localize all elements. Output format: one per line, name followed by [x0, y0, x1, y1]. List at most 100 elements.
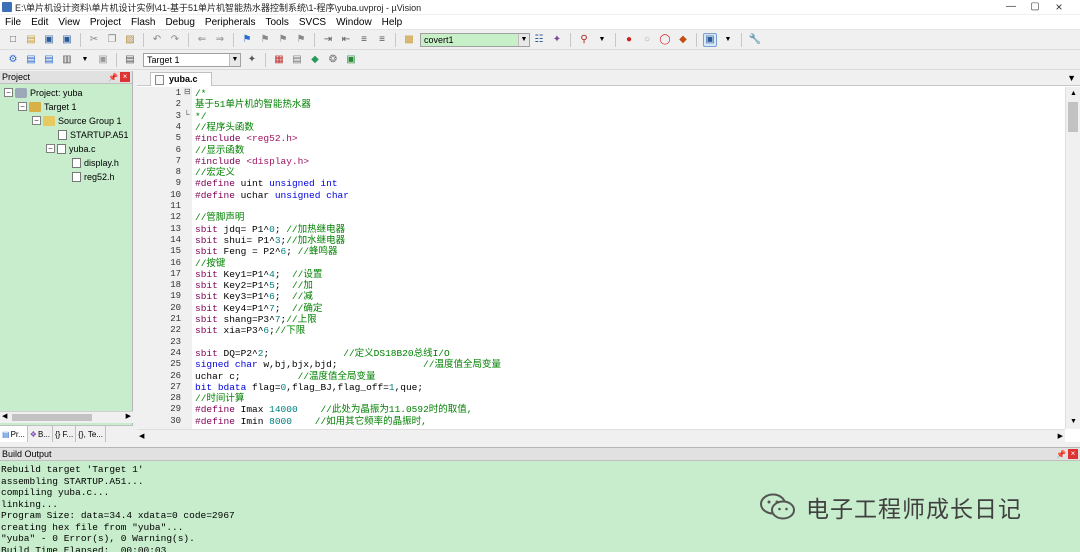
tab-project[interactable]: ▤ Pr... — [0, 426, 28, 442]
collapse-icon[interactable]: − — [4, 88, 13, 97]
menu-window[interactable]: Window — [331, 15, 377, 30]
menu-view[interactable]: View — [53, 15, 85, 30]
breakpoint-icon[interactable]: ● — [622, 33, 636, 47]
tab-books[interactable]: ❖ B... — [28, 426, 53, 442]
comment-icon[interactable]: ≡ — [357, 33, 371, 47]
tree-file-startup[interactable]: STARTUP.A51 — [58, 128, 129, 141]
code-line[interactable] — [193, 201, 1065, 212]
indent-icon[interactable]: ⇥ — [321, 33, 335, 47]
code-line[interactable]: //显示函数 — [193, 145, 1065, 156]
build-icon[interactable]: ▤ — [24, 53, 38, 67]
nav-back-icon[interactable]: ⇐ — [195, 33, 209, 47]
pin-icon[interactable]: 📌 — [108, 71, 118, 84]
code-line[interactable]: sbit shang=P3^7;//上限 — [193, 314, 1065, 325]
editor-vscrollbar[interactable]: ▲ ▼ — [1065, 87, 1080, 429]
code-line[interactable]: //按键 — [193, 258, 1065, 269]
menu-peripherals[interactable]: Peripherals — [200, 15, 261, 30]
rebuild-icon[interactable]: ▤ — [42, 53, 56, 67]
code-line[interactable]: sbit jdq= P1^0; //加热继电器 — [193, 224, 1065, 235]
find-combo[interactable]: covert1 ▼ — [420, 33, 530, 47]
fold-toggle-icon[interactable]: ⊟ — [184, 88, 192, 98]
tree-project-root[interactable]: − Project: yuba — [4, 86, 83, 99]
code-line[interactable]: */ — [193, 111, 1065, 122]
save-icon[interactable]: ▣ — [42, 33, 56, 47]
menu-svcs[interactable]: SVCS — [294, 15, 331, 30]
tree-source-group[interactable]: − Source Group 1 — [32, 114, 122, 127]
menu-file[interactable]: File — [0, 15, 26, 30]
code-line[interactable]: //程序头函数 — [193, 122, 1065, 133]
scroll-left-icon[interactable]: ◀ — [139, 430, 144, 443]
translate-icon[interactable]: ⚙ — [6, 53, 20, 67]
scroll-thumb[interactable] — [1068, 102, 1078, 132]
clear-bookmarks-icon[interactable]: ⚑ — [294, 33, 308, 47]
open-file-icon[interactable]: ▤ — [24, 33, 38, 47]
collapse-icon[interactable]: − — [46, 144, 55, 153]
code-line[interactable]: sbit DQ=P2^2; //定义DS18B20总线I/O — [193, 348, 1065, 359]
kill-breakpoints-icon[interactable]: ◆ — [676, 33, 690, 47]
code-line[interactable]: sbit Key4=P1^7; //确定 — [193, 303, 1065, 314]
undo-icon[interactable]: ↶ — [150, 33, 164, 47]
project-hscrollbar[interactable]: ◀ ▶ — [0, 411, 133, 423]
paste-icon[interactable]: ▨ — [123, 33, 137, 47]
tree-file-reg52[interactable]: reg52.h — [72, 170, 115, 183]
editor-hscrollbar[interactable]: ◀ ▶ — [137, 429, 1065, 442]
next-bookmark-icon[interactable]: ⚑ — [276, 33, 290, 47]
code-line[interactable]: sbit xia=P3^6;//下限 — [193, 325, 1065, 336]
prev-bookmark-icon[interactable]: ⚑ — [258, 33, 272, 47]
new-file-icon[interactable]: □ — [6, 33, 20, 47]
tree-target[interactable]: − Target 1 — [18, 100, 77, 113]
find-icon[interactable]: ☷ — [532, 33, 546, 47]
code-line[interactable]: sbit Key1=P1^4; //设置 — [193, 269, 1065, 280]
save-all-icon[interactable]: ▣ — [60, 33, 74, 47]
tab-functions[interactable]: {} F... — [53, 426, 77, 442]
menu-help[interactable]: Help — [377, 15, 408, 30]
select-packs-icon[interactable]: ◆ — [308, 53, 322, 67]
chevron-down-icon[interactable]: ▼ — [229, 54, 240, 66]
pin-icon[interactable]: 📌 — [1056, 448, 1066, 461]
scroll-right-icon[interactable]: ▶ — [126, 412, 131, 420]
chevron-down-icon[interactable]: ▼ — [518, 34, 529, 46]
scroll-thumb[interactable] — [12, 414, 92, 421]
chevron-down-icon[interactable]: ▼ — [1067, 73, 1076, 83]
clear-breakpoints-icon[interactable]: ◯ — [658, 33, 672, 47]
code-line[interactable]: signed char w,bj,bjx,bjd; //温度值全局变量 — [193, 359, 1065, 370]
code-line[interactable]: bit bdata flag=0,flag_BJ,flag_off=1,que; — [193, 382, 1065, 393]
disable-breakpoint-icon[interactable]: ○ — [640, 33, 654, 47]
code-line[interactable]: sbit Feng = P2^6; //蜂鸣器 — [193, 246, 1065, 257]
code-line[interactable]: #include <reg52.h> — [193, 133, 1065, 144]
stop-build-icon[interactable]: ▣ — [96, 53, 110, 67]
menu-flash[interactable]: Flash — [126, 15, 160, 30]
code-line[interactable]: //时间计算 — [193, 393, 1065, 404]
tree-file-yuba[interactable]: − yuba.c — [46, 142, 96, 155]
copy-icon[interactable]: ❐ — [105, 33, 119, 47]
pack-installer-icon[interactable]: ▣ — [344, 53, 358, 67]
close-button[interactable]: × — [1036, 0, 1080, 14]
tree-file-display[interactable]: display.h — [72, 156, 119, 169]
code-line[interactable]: #define uchar unsigned char — [193, 190, 1065, 201]
batch-build-icon[interactable]: ▥ — [60, 53, 74, 67]
menu-project[interactable]: Project — [85, 15, 126, 30]
target-select[interactable]: Target 1 ▼ — [143, 53, 241, 67]
collapse-icon[interactable]: − — [18, 102, 27, 111]
code-line[interactable]: //宏定义 — [193, 167, 1065, 178]
close-panel-icon[interactable]: × — [120, 72, 130, 82]
code-line[interactable]: sbit shui= P1^3;//加水继电器 — [193, 235, 1065, 246]
code-line[interactable]: #define Imax 14000 //此处为晶振为11.0592时的取值, — [193, 404, 1065, 415]
debug-dropdown-icon[interactable]: ▼ — [595, 33, 609, 47]
code-line[interactable]: #define Imin 8000 //如用其它频率的晶振时, — [193, 416, 1065, 427]
code-line[interactable]: sbit Key2=P1^5; //加 — [193, 280, 1065, 291]
find-in-files-icon[interactable]: ▩ — [402, 33, 416, 47]
menu-tools[interactable]: Tools — [261, 15, 294, 30]
code-line[interactable]: 基于51单片机的智能热水器 — [193, 99, 1065, 110]
layout-dropdown-icon[interactable]: ▼ — [721, 33, 735, 47]
build-dropdown-icon[interactable]: ▼ — [78, 53, 92, 67]
code-line[interactable]: #define uint unsigned int — [193, 178, 1065, 189]
uncomment-icon[interactable]: ≡ — [375, 33, 389, 47]
menu-edit[interactable]: Edit — [26, 15, 53, 30]
code-line[interactable] — [193, 337, 1065, 348]
tab-yuba-c[interactable]: yuba.c — [150, 72, 212, 86]
file-extensions-icon[interactable]: ▤ — [290, 53, 304, 67]
code-line[interactable]: //管脚声明 — [193, 212, 1065, 223]
manage-project-icon[interactable]: ▦ — [272, 53, 286, 67]
redo-icon[interactable]: ↷ — [168, 33, 182, 47]
